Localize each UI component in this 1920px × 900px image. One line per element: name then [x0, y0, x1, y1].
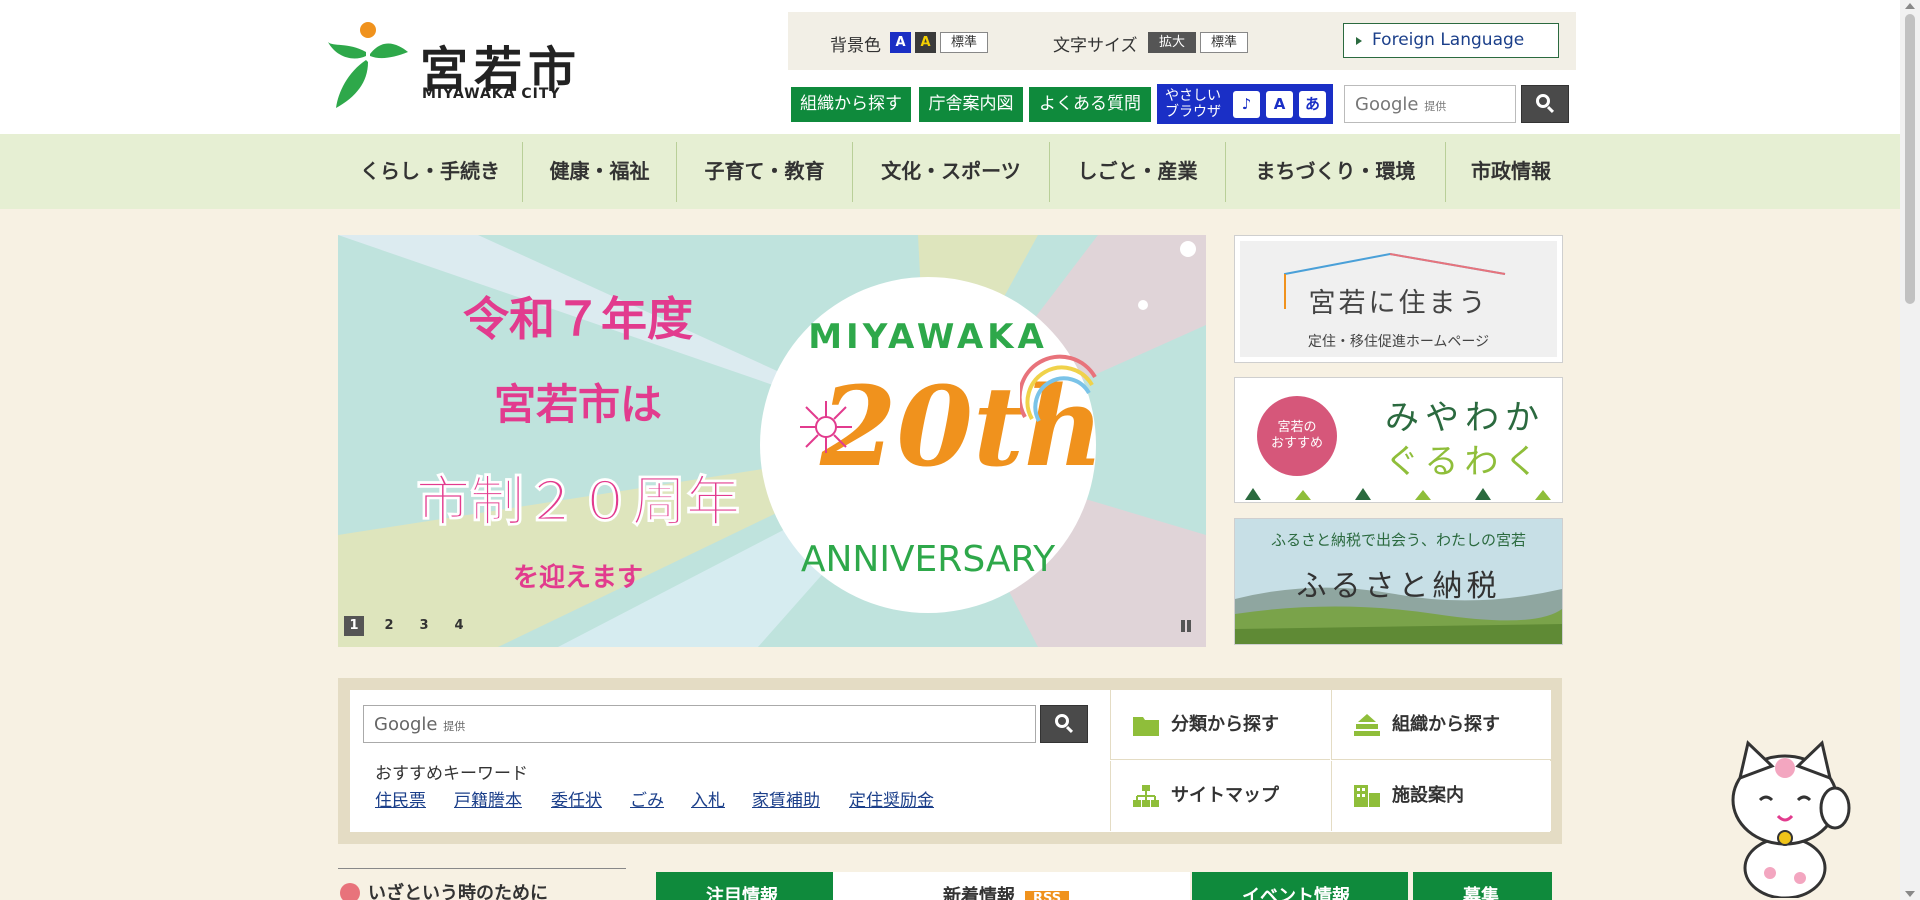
- hiragana-icon[interactable]: あ: [1299, 91, 1326, 118]
- banner-guruwaku-badge: 宮若の おすすめ: [1257, 396, 1337, 476]
- ruby-icon[interactable]: A: [1266, 91, 1293, 118]
- bg-default-button[interactable]: 標準: [940, 32, 988, 53]
- keyword-link[interactable]: 定住奨励金: [849, 786, 934, 811]
- rss-badge[interactable]: RSS: [1025, 891, 1070, 900]
- yasashii-browser-label: やさしい ブラウザ: [1165, 88, 1221, 120]
- building-icon: [1354, 785, 1380, 807]
- office-map-button[interactable]: 庁舎案内図: [919, 87, 1023, 122]
- banner-guruwaku[interactable]: 宮若の おすすめ みやわか ぐるわく: [1234, 377, 1563, 503]
- keyword-link[interactable]: 住民票: [375, 786, 426, 811]
- global-nav: くらし・手続き 健康・福祉 子育て・教育 文化・スポーツ しごと・産業 まちづく…: [0, 134, 1900, 209]
- search-icon: [1055, 714, 1069, 728]
- faq-button[interactable]: よくある質問: [1029, 87, 1151, 122]
- slide-line-4: を迎えます: [512, 563, 643, 593]
- nav-item-shigoto[interactable]: しごと・産業: [1050, 134, 1225, 209]
- header-search-button[interactable]: [1521, 85, 1569, 123]
- org-search-button[interactable]: 組織から探す: [791, 87, 911, 122]
- facility-guide-button[interactable]: 施設案内: [1331, 761, 1551, 831]
- banner-furusato-title: ふるさと納税: [1296, 569, 1501, 604]
- bg-yellow-button[interactable]: A: [915, 32, 936, 53]
- keywords-label: おすすめキーワード: [375, 764, 528, 784]
- nav-item-machizukuri[interactable]: まちづくり・環境: [1226, 134, 1445, 209]
- arrow-right-icon: [1356, 37, 1362, 45]
- speaker-icon[interactable]: ♪: [1233, 91, 1260, 118]
- emergency-heading[interactable]: いざという時のために: [338, 868, 626, 900]
- bg-blue-button[interactable]: A: [890, 32, 911, 53]
- banner-sumau-title: 宮若に住まう: [1308, 288, 1489, 319]
- bg-color-label: 背景色: [830, 36, 881, 56]
- banner-sumau[interactable]: 宮若に住まう 定住・移住促進ホームページ: [1234, 235, 1563, 363]
- emblem-anniversary: ANNIVERSARY: [800, 539, 1056, 580]
- keyword-link[interactable]: 家賃補助: [752, 786, 820, 811]
- site-search-button[interactable]: [1040, 705, 1088, 743]
- foreign-language-label: Foreign Language: [1372, 30, 1525, 50]
- header-search-input[interactable]: Google 提供: [1344, 85, 1516, 123]
- font-default-button[interactable]: 標準: [1200, 32, 1248, 53]
- page-scrollbar[interactable]: [1900, 0, 1920, 900]
- alert-icon: [340, 883, 360, 900]
- browse-by-category-button[interactable]: 分類から探す: [1110, 690, 1330, 760]
- banner-guruwaku-title-1: みやわか: [1385, 398, 1545, 438]
- keyword-link[interactable]: 入札: [691, 786, 725, 811]
- slider-page-3[interactable]: 3: [414, 616, 434, 636]
- slide-line-3: 市制２０周年: [416, 470, 741, 534]
- logo-mark-icon: [328, 22, 408, 108]
- nav-item-kenko[interactable]: 健康・福祉: [523, 134, 676, 209]
- scrollbar-thumb[interactable]: [1905, 14, 1915, 304]
- slider-page-1[interactable]: 1: [344, 616, 364, 636]
- banner-furusato-subtitle: ふるさと納税で出会う、わたしの宮若: [1270, 531, 1526, 549]
- rainbow-icon: [1020, 354, 1097, 422]
- tab-news[interactable]: 新着情報 RSS: [833, 872, 1190, 900]
- font-enlarge-button[interactable]: 拡大: [1148, 32, 1196, 53]
- banner-furusato[interactable]: ふるさと納税で出会う、わたしの宮若 ふるさと納税: [1234, 518, 1563, 645]
- scroll-up-arrow-icon[interactable]: [1905, 3, 1915, 9]
- keyword-link[interactable]: ごみ: [630, 786, 664, 811]
- pyramid-icon: [1354, 714, 1380, 736]
- font-size-label: 文字サイズ: [1053, 36, 1138, 56]
- foreign-language-button[interactable]: Foreign Language: [1343, 23, 1559, 58]
- slider-page-2[interactable]: 2: [379, 616, 399, 636]
- nav-item-kosodate[interactable]: 子育て・教育: [677, 134, 852, 209]
- sitemap-icon: [1133, 785, 1159, 807]
- keyword-link[interactable]: 委任状: [551, 786, 602, 811]
- banner-guruwaku-title-2: ぐるわく: [1385, 442, 1545, 482]
- hero-slider[interactable]: 令和７年度 宮若市は 市制２０周年 を迎えます MIYAWAKA 20th AN…: [338, 235, 1206, 647]
- site-logo[interactable]: 宮若市 MIYAWAKA CITY: [328, 22, 588, 108]
- maneki-neko-mascot[interactable]: [1730, 738, 1854, 898]
- tab-events[interactable]: イベント情報: [1192, 872, 1408, 900]
- slide-line-1: 令和７年度: [463, 292, 693, 346]
- nav-item-bunka[interactable]: 文化・スポーツ: [853, 134, 1049, 209]
- site-search-input[interactable]: Google 提供: [363, 705, 1036, 743]
- scroll-down-arrow-icon[interactable]: [1905, 891, 1915, 897]
- yasashii-browser[interactable]: やさしい ブラウザ ♪ A あ: [1157, 84, 1333, 124]
- logo-subtitle: MIYAWAKA CITY: [422, 86, 561, 102]
- slide-line-2: 宮若市は: [493, 380, 662, 429]
- browse-by-organization-button[interactable]: 組織から探す: [1331, 690, 1551, 760]
- sitemap-button[interactable]: サイトマップ: [1110, 761, 1330, 831]
- banner-sumau-inner: 宮若に住まう 定住・移住促進ホームページ: [1240, 241, 1557, 357]
- nav-item-shisei[interactable]: 市政情報: [1446, 134, 1576, 209]
- anniversary-emblem: MIYAWAKA 20th ANNIVERSARY: [760, 277, 1104, 613]
- search-icon: [1536, 94, 1550, 108]
- tab-featured[interactable]: 注目情報: [656, 872, 833, 900]
- accessibility-tools: 背景色 A A 標準 文字サイズ 拡大 標準 Foreign Language: [788, 12, 1576, 70]
- slider-page-4[interactable]: 4: [449, 616, 469, 636]
- site-header: 宮若市 MIYAWAKA CITY 背景色 A A 標準 文字サイズ 拡大 標準…: [0, 0, 1900, 134]
- folder-icon: [1133, 717, 1159, 736]
- keyword-link[interactable]: 戸籍謄本: [454, 786, 522, 811]
- tab-recruitment[interactable]: 募集: [1413, 872, 1552, 900]
- flower-icon: [800, 401, 852, 453]
- nav-item-kurashi[interactable]: くらし・手続き: [338, 134, 522, 209]
- pause-icon[interactable]: [1176, 616, 1196, 636]
- banner-sumau-subtitle: 定住・移住促進ホームページ: [1307, 334, 1490, 350]
- mountain-decoration: [1245, 488, 1551, 500]
